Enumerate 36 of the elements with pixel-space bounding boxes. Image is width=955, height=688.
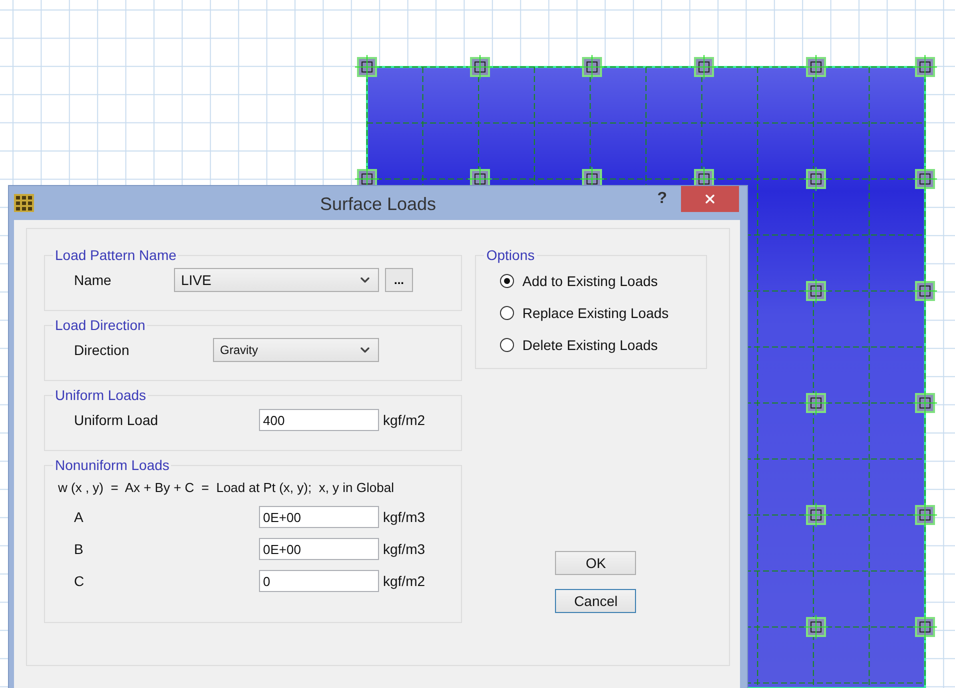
field-label: Name bbox=[74, 272, 112, 288]
unit-label: kgf/m2 bbox=[383, 573, 426, 589]
unit-label: kgf/m2 bbox=[383, 412, 426, 428]
group-title: Load Pattern Name bbox=[54, 247, 178, 263]
radio-button[interactable] bbox=[500, 338, 514, 352]
coefficient-field[interactable]: 0E+00 bbox=[259, 538, 379, 560]
group-title: Load Direction bbox=[54, 317, 146, 333]
close-icon bbox=[703, 192, 717, 206]
radio-button[interactable] bbox=[500, 274, 514, 288]
direction-dropdown[interactable]: Gravity bbox=[213, 338, 379, 362]
radio-button[interactable] bbox=[500, 306, 514, 320]
close-button[interactable] bbox=[681, 186, 739, 212]
browse-button[interactable]: ... bbox=[385, 268, 413, 292]
field-label: Uniform Load bbox=[74, 412, 160, 428]
cancel-button[interactable]: Cancel bbox=[555, 589, 636, 613]
unit-label: kgf/m3 bbox=[383, 541, 426, 557]
field-label: C bbox=[74, 573, 86, 589]
group-title: Nonuniform Loads bbox=[54, 457, 170, 473]
uniform-load-field[interactable]: 400 bbox=[259, 409, 379, 431]
name-dropdown[interactable]: LIVE bbox=[174, 268, 379, 292]
window-title: Surface Loads bbox=[320, 194, 436, 215]
formula-text: w (x , y) = Ax + By + C = Load at Pt (x, y); x, y in Global bbox=[57, 479, 395, 497]
field-label: A bbox=[74, 509, 84, 525]
unit-label: kgf/m3 bbox=[383, 509, 426, 525]
group-title: Options bbox=[485, 247, 536, 263]
ok-button[interactable]: OK bbox=[555, 551, 636, 575]
field-label: Direction bbox=[74, 342, 130, 358]
help-button[interactable]: ? bbox=[657, 190, 667, 208]
radio-label[interactable]: Add to Existing Loads bbox=[522, 273, 658, 289]
coefficient-field[interactable]: 0 bbox=[259, 570, 379, 592]
radio-label[interactable]: Replace Existing Loads bbox=[522, 305, 669, 321]
coefficient-field[interactable]: 0E+00 bbox=[259, 506, 379, 528]
app-icon bbox=[14, 194, 34, 212]
field-label: B bbox=[74, 541, 84, 557]
group-title: Uniform Loads bbox=[54, 387, 148, 403]
radio-label[interactable]: Delete Existing Loads bbox=[522, 337, 658, 353]
